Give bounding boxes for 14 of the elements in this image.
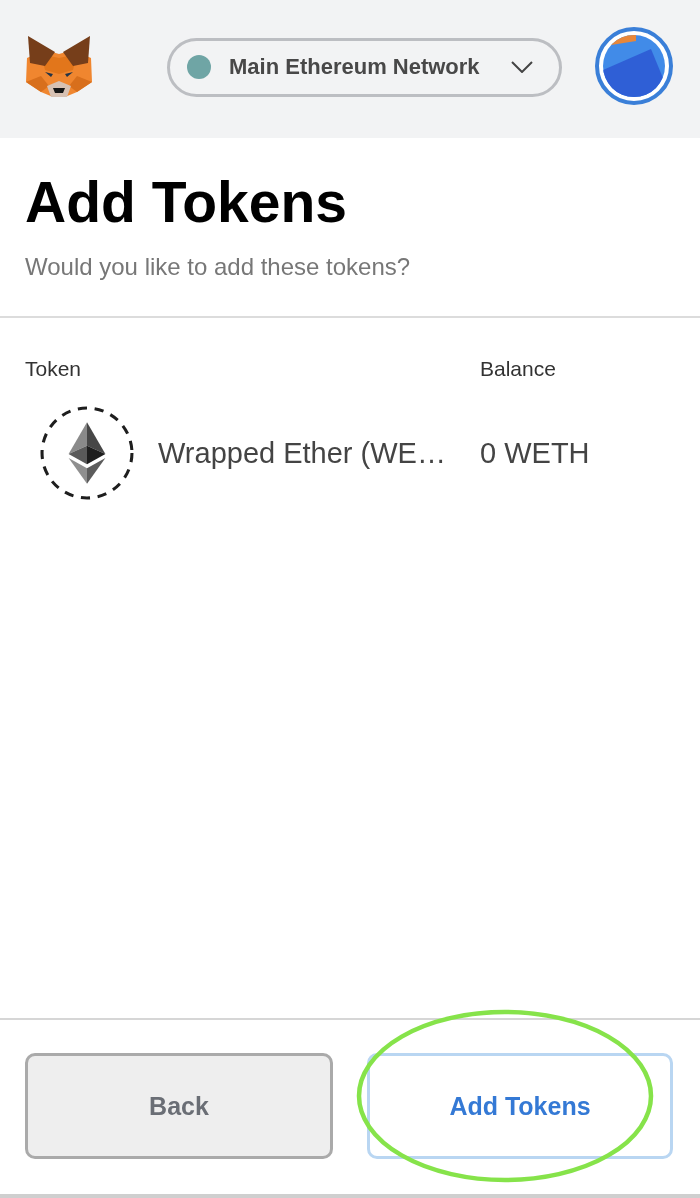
chevron-down-icon [511,61,533,73]
token-balance: 0 WETH [480,436,590,470]
account-avatar-icon[interactable] [595,27,673,105]
column-header: Token [25,356,82,382]
page-title: Add Tokens [25,169,348,236]
network-dropdown[interactable]: Main Ethereum Network [167,37,562,97]
column-header: Balance [480,356,556,382]
add-tokens-button[interactable]: Add Tokens [367,1053,673,1159]
ethereum-token-icon [40,406,134,500]
page-subtitle: Would you like to add these tokens? [25,252,412,282]
fox-logo-icon [25,36,93,98]
network-status-dot-icon [187,55,211,79]
token-name: Wrapped Ether (WE… [158,436,446,470]
back-button[interactable]: Back [25,1053,333,1159]
